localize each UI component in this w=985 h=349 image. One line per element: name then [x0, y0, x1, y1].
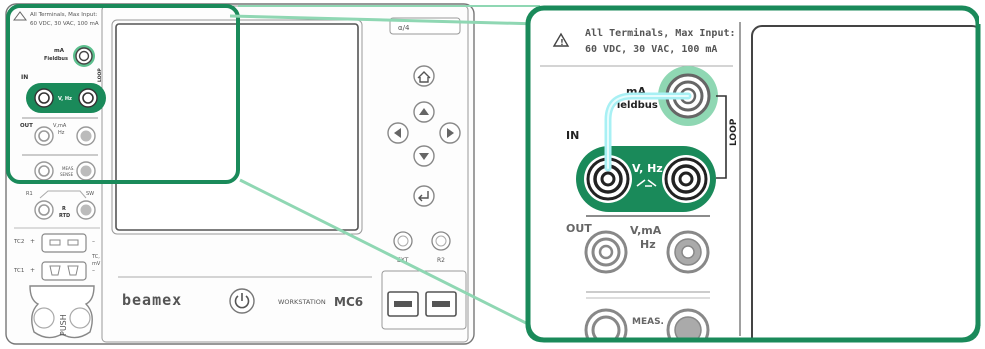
tc1-minus-label: –: [92, 267, 95, 274]
tc1-connector[interactable]: [41, 261, 87, 281]
r2-label: R2: [437, 257, 445, 264]
down-button[interactable]: [413, 145, 435, 167]
r2-connector[interactable]: [431, 231, 451, 251]
hz-label-small: Hz: [58, 130, 65, 136]
in-label-small: IN: [21, 74, 28, 81]
loop-label-small: LOOP: [97, 68, 103, 82]
v-ma-label: V,mA: [630, 224, 662, 237]
out-com-terminal-small[interactable]: [34, 126, 54, 146]
tc2-minus-label: –: [92, 238, 95, 245]
svg-text:!: !: [560, 38, 564, 47]
out-terminal[interactable]: [666, 230, 710, 274]
ext-connector[interactable]: [393, 231, 413, 251]
sw-label: SW: [86, 191, 94, 197]
fieldbus-label-small: Fieldbus: [44, 56, 68, 62]
model-name: MC6: [334, 295, 363, 309]
v-hz-label-small: V, Hz: [58, 96, 72, 102]
out-label: OUT: [566, 222, 592, 235]
rtd-label: RTD: [59, 213, 70, 219]
out-com-terminal[interactable]: [584, 230, 628, 274]
warning-line-2: 60 VDC, 30 VAC, 100 mA: [585, 44, 717, 55]
up-button[interactable]: [413, 101, 435, 123]
model-prefix: WORKSTATION: [278, 298, 326, 306]
out-terminal-small[interactable]: [76, 126, 96, 146]
meas-label: MEAS.: [632, 317, 664, 327]
tc2-connector[interactable]: [41, 233, 87, 253]
tc2-plus-label: +: [30, 238, 35, 245]
ma-label-small: mA: [54, 48, 65, 54]
rtd-terminal-left[interactable]: [34, 200, 54, 220]
v-ma-label-small: V,mA: [53, 123, 67, 129]
brand-logo: beamex: [122, 291, 182, 309]
warning-line-1-small: All Terminals, Max Input:: [30, 12, 98, 18]
warning-line-1: All Terminals, Max Input:: [585, 27, 736, 39]
usb-icon: [394, 301, 412, 307]
hz-label: Hz: [640, 238, 656, 251]
v-hz-label: V, Hz: [632, 162, 663, 175]
power-button[interactable]: [229, 288, 255, 314]
usb-icon: [432, 301, 450, 307]
meas-label-small: MEAS.: [62, 166, 75, 171]
in-v-hz-terminal[interactable]: [662, 155, 710, 203]
home-button[interactable]: [413, 65, 435, 87]
push-label: PUSH: [59, 314, 68, 336]
tc1-plus-label: +: [30, 267, 35, 274]
tc-mv-label-top: TC,: [91, 254, 100, 260]
left-button[interactable]: [387, 122, 409, 144]
enter-button[interactable]: [413, 185, 435, 207]
meas-sense-com-terminal-small[interactable]: [34, 161, 54, 181]
sense-label-small: SENSE: [60, 172, 74, 177]
loop-label: LOOP: [729, 118, 739, 146]
warning-line-2-small: 60 VDC, 30 VAC, 100 mA: [30, 21, 99, 27]
meas-sense-terminal-small[interactable]: [76, 161, 96, 181]
ma-fieldbus-terminal-small[interactable]: [73, 45, 95, 67]
out-label-small: OUT: [20, 123, 33, 129]
tc1-label: TC1: [13, 268, 24, 274]
tc2-label: TC2: [13, 239, 24, 245]
rtd-terminal-right[interactable]: [76, 200, 96, 220]
in-v-hz-terminal-small[interactable]: [78, 88, 98, 108]
r-label: R: [62, 206, 66, 212]
r1-label: R1: [26, 191, 33, 197]
in-com-terminal-small[interactable]: [34, 88, 54, 108]
top-tab-label: α/4: [398, 24, 410, 32]
in-label: IN: [566, 129, 579, 142]
right-button[interactable]: [439, 122, 461, 144]
